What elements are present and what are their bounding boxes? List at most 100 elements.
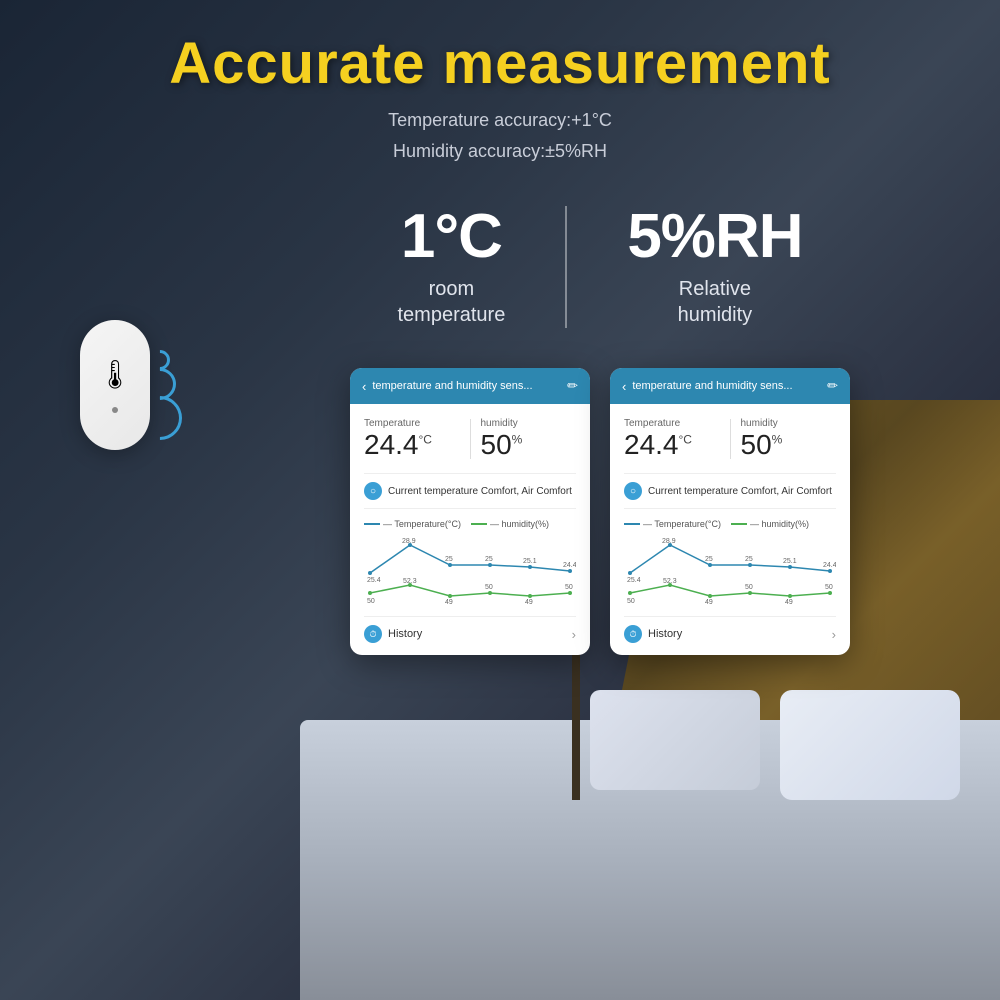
thermometer-icon: 🌡 (97, 358, 133, 391)
humid-value-2: 50% (741, 431, 837, 459)
legend-line-temp-2 (624, 523, 640, 525)
phone-body-1: Temperature 24.4°C humidity 50% (350, 404, 590, 655)
phone-header-left-2: ‹ temperature and humidity sens... (622, 379, 793, 394)
humid-label-2: humidity (741, 418, 837, 429)
comfort-row-2: ○ Current temperature Comfort, Air Comfo… (624, 473, 836, 509)
legend-humid-2: — humidity(%) (731, 519, 809, 529)
legend-line-humid-2 (731, 523, 747, 525)
svg-text:25.4: 25.4 (367, 577, 381, 584)
edit-icon-1: ✏ (567, 378, 578, 394)
page-title: Accurate measurement (40, 30, 960, 97)
wifi-waves (150, 350, 182, 440)
temp-label-1: Temperature (364, 418, 460, 429)
phone-title-2: temperature and humidity sens... (632, 380, 792, 392)
svg-text:49: 49 (705, 599, 713, 605)
svg-text:25.1: 25.1 (783, 558, 797, 565)
svg-text:25.4: 25.4 (627, 577, 641, 584)
header-subtitle: Temperature accuracy:+1°C Humidity accur… (40, 105, 960, 166)
comfort-icon-1: ○ (364, 482, 382, 500)
svg-text:25: 25 (485, 556, 493, 563)
history-chevron-icon-1: › (572, 627, 576, 642)
temperature-value: 1°C (397, 206, 505, 268)
svg-text:28.9: 28.9 (402, 538, 416, 545)
comfort-text-2: Current temperature Comfort, Air Comfort (648, 485, 832, 498)
history-icon-1: ⏱ (364, 625, 382, 643)
humidity-accuracy-text: Humidity accuracy:±5%RH (393, 141, 607, 161)
svg-text:25: 25 (705, 556, 713, 563)
svg-text:49: 49 (785, 599, 793, 605)
humid-reading-2: humidity 50% (741, 418, 837, 459)
chart-area-1: — Temperature(°C) — humidity(%) (364, 519, 576, 616)
humid-value-1: 50% (481, 431, 577, 459)
humid-label-1: humidity (481, 418, 577, 429)
chart-legend-2: — Temperature(°C) — humidity(%) (624, 519, 836, 529)
back-chevron-icon-1: ‹ (362, 379, 366, 394)
svg-text:25: 25 (745, 556, 753, 563)
phone-title-1: temperature and humidity sens... (372, 380, 532, 392)
svg-text:50: 50 (745, 584, 753, 591)
chart-svg-1: 25.4 28.9 25 25 25.1 24.4 (364, 535, 576, 605)
temp-unit-1: °C (419, 433, 432, 447)
comfort-icon-inner-1: ○ (370, 486, 376, 497)
history-chevron-icon-2: › (832, 627, 836, 642)
svg-text:50: 50 (825, 584, 833, 591)
svg-text:52.3: 52.3 (663, 578, 677, 585)
temp-reading-1: Temperature 24.4°C (364, 418, 460, 459)
legend-line-temp-1 (364, 523, 380, 525)
svg-text:50: 50 (367, 598, 375, 605)
legend-temp-2: — Temperature(°C) (624, 519, 721, 529)
sensor-body: 🌡 (80, 320, 150, 450)
temp-value-2: 24.4°C (624, 431, 720, 459)
humidity-stat: 5%RH Relative humidity (567, 196, 862, 338)
phone-header-2: ‹ temperature and humidity sens... ✏ (610, 368, 850, 404)
svg-text:24.4: 24.4 (563, 562, 576, 569)
comfort-icon-inner-2: ○ (630, 486, 636, 497)
history-left-2: ⏱ History (624, 625, 682, 643)
comfort-icon-2: ○ (624, 482, 642, 500)
readings-row-1: Temperature 24.4°C humidity 50% (364, 418, 576, 459)
svg-text:50: 50 (565, 584, 573, 591)
legend-humid-1: — humidity(%) (471, 519, 549, 529)
sensor-dot (112, 407, 118, 413)
temperature-label: room temperature (397, 276, 505, 328)
history-row-1[interactable]: ⏱ History › (364, 616, 576, 645)
svg-text:28.9: 28.9 (662, 538, 676, 545)
svg-text:49: 49 (525, 599, 533, 605)
history-label-2: History (648, 628, 682, 640)
history-icon-inner-1: ⏱ (369, 629, 376, 640)
svg-text:24.4: 24.4 (823, 562, 836, 569)
readings-divider-2 (730, 419, 731, 459)
legend-temp-1: — Temperature(°C) (364, 519, 461, 529)
main-content: Accurate measurement Temperature accurac… (0, 0, 1000, 1000)
history-left-1: ⏱ History (364, 625, 422, 643)
humidity-label: Relative humidity (627, 276, 802, 328)
temp-label-2: Temperature (624, 418, 720, 429)
temp-value-1: 24.4°C (364, 431, 460, 459)
stats-row: 1°C room temperature 5%RH Relative humid… (40, 196, 960, 338)
temperature-stat: 1°C room temperature (337, 196, 565, 338)
svg-text:25.1: 25.1 (523, 558, 537, 565)
readings-row-2: Temperature 24.4°C humidity 50% (624, 418, 836, 459)
svg-text:49: 49 (445, 599, 453, 605)
phone-card-1: ‹ temperature and humidity sens... ✏ Tem… (350, 368, 590, 655)
svg-text:52.3: 52.3 (403, 578, 417, 585)
legend-line-humid-1 (471, 523, 487, 525)
humid-reading-1: humidity 50% (481, 418, 577, 459)
phone-header-left-1: ‹ temperature and humidity sens... (362, 379, 533, 394)
history-icon-inner-2: ⏱ (629, 629, 636, 640)
history-icon-2: ⏱ (624, 625, 642, 643)
svg-text:50: 50 (627, 598, 635, 605)
humid-unit-2: % (772, 433, 783, 447)
svg-text:50: 50 (485, 584, 493, 591)
phone-card-2: ‹ temperature and humidity sens... ✏ Tem… (610, 368, 850, 655)
humidity-value: 5%RH (627, 206, 802, 268)
humid-unit-1: % (512, 433, 523, 447)
phone-header-1: ‹ temperature and humidity sens... ✏ (350, 368, 590, 404)
history-row-2[interactable]: ⏱ History › (624, 616, 836, 645)
chart-area-2: — Temperature(°C) — humidity(%) (624, 519, 836, 616)
readings-divider-1 (470, 419, 471, 459)
temp-unit-2: °C (679, 433, 692, 447)
chart-svg-2: 25.4 28.9 25 25 25.1 24.4 50 (624, 535, 836, 605)
chart-legend-1: — Temperature(°C) — humidity(%) (364, 519, 576, 529)
edit-icon-2: ✏ (827, 378, 838, 394)
